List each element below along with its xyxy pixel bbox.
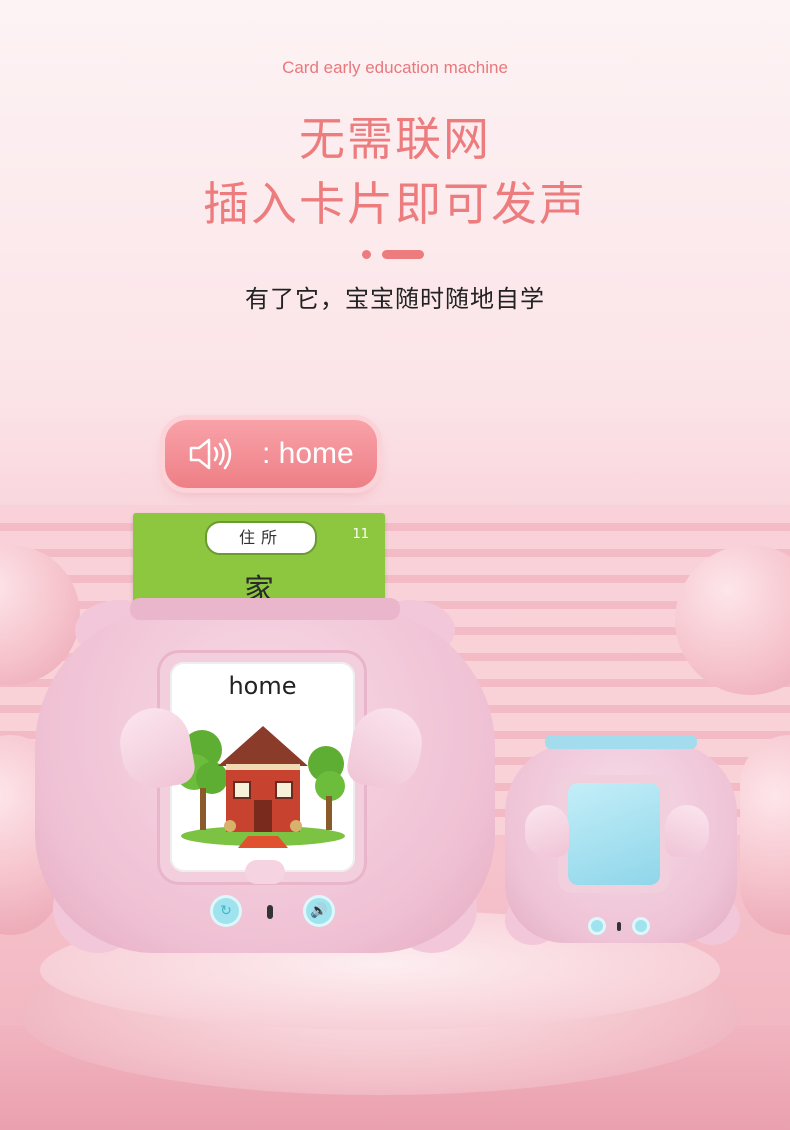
sound-badge: : home (165, 420, 377, 488)
small-indicator-led (617, 922, 621, 931)
indicator-led (267, 905, 273, 919)
divider-dot (362, 250, 371, 259)
tagline: 有了它，宝宝随时随地自学 (245, 285, 545, 313)
small-volume-button[interactable] (632, 917, 650, 935)
sound-text: : home (262, 437, 354, 470)
volume-icon: 🔊 (310, 903, 328, 919)
small-device-screen (568, 783, 660, 885)
subtitle: Card early education machine (282, 58, 508, 77)
small-repeat-button[interactable] (588, 917, 606, 935)
card-category: 住所 (205, 521, 317, 555)
card-reader-device: home ↻ 🔊 (35, 598, 495, 960)
repeat-button[interactable]: ↻ (210, 895, 242, 927)
small-device-slot (545, 735, 697, 749)
house-icon (178, 726, 345, 848)
device-nose (245, 860, 285, 884)
card-number: 11 (352, 527, 369, 542)
screen-word: home (228, 672, 297, 700)
title-line-2: 插入卡片即可发声 (203, 177, 587, 231)
repeat-icon: ↻ (220, 903, 232, 919)
volume-button[interactable]: 🔊 (303, 895, 335, 927)
small-wing-left (525, 805, 569, 857)
small-wing-right (665, 805, 709, 857)
card-reader-device-small (495, 735, 750, 950)
divider-bar (382, 250, 424, 259)
speaker-icon (189, 438, 232, 470)
card-slot (130, 598, 400, 620)
title-line-1: 无需联网 (299, 112, 491, 166)
device-screen: home (170, 662, 355, 872)
